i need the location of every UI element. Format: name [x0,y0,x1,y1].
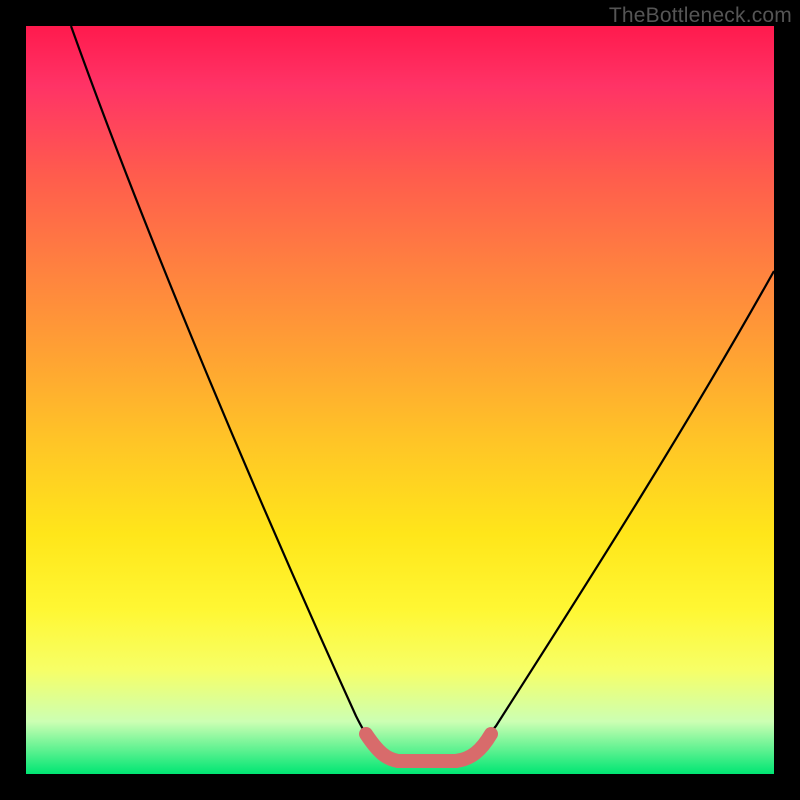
chart-frame: TheBottleneck.com [0,0,800,800]
chart-svg [26,26,774,774]
bottleneck-curve [71,26,774,761]
plot-area [26,26,774,774]
trough-marker-right [456,734,491,761]
watermark-text: TheBottleneck.com [609,4,792,28]
